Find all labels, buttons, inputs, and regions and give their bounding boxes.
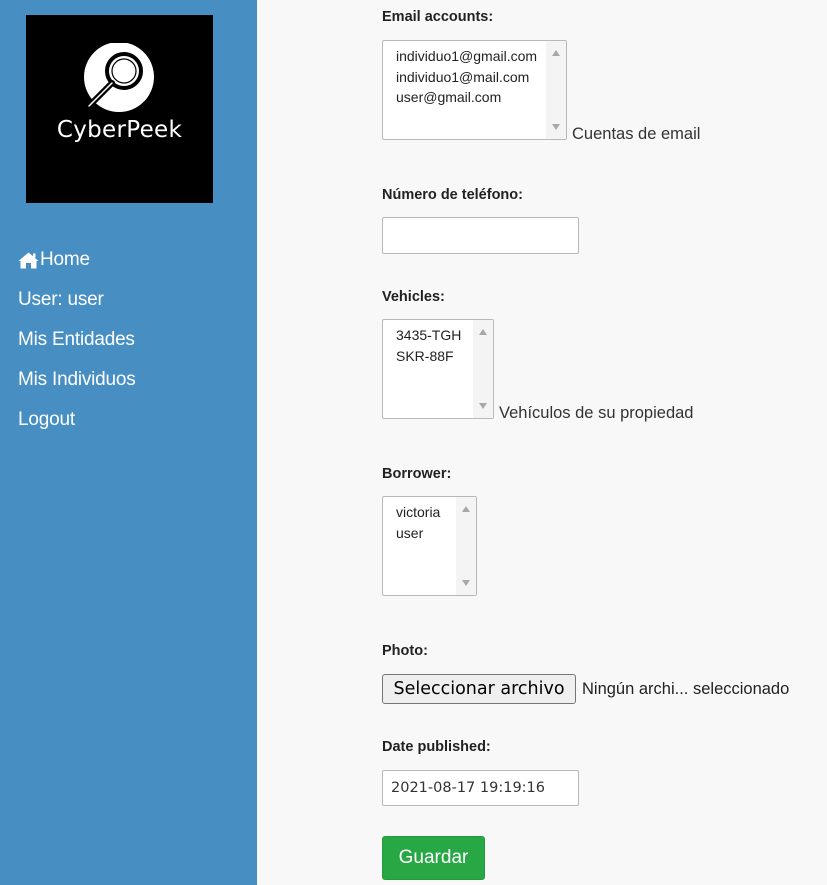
borrower-option[interactable]: user bbox=[396, 523, 440, 544]
borrower-select[interactable]: victoria user bbox=[382, 496, 477, 596]
choose-file-button[interactable]: Seleccionar archivo bbox=[382, 674, 576, 704]
sidebar-item-mis-entidades[interactable]: Mis Entidades bbox=[18, 320, 136, 360]
scroll-down-arrow-icon[interactable] bbox=[552, 124, 560, 130]
magnifier-logo-icon bbox=[84, 43, 154, 112]
scrollbar[interactable] bbox=[546, 41, 566, 139]
date-published-label: Date published: bbox=[382, 739, 491, 755]
borrower-label: Borrower: bbox=[382, 466, 452, 482]
logo-text: CyberPeek bbox=[56, 117, 183, 143]
phone-input[interactable] bbox=[382, 217, 579, 254]
borrower-option[interactable]: victoria bbox=[396, 502, 440, 523]
scroll-up-arrow-icon[interactable] bbox=[462, 506, 470, 512]
email-option[interactable]: user@gmail.com bbox=[396, 87, 537, 108]
file-status-text: Ningún archi... seleccionado bbox=[582, 680, 790, 698]
scrollbar[interactable] bbox=[456, 497, 476, 595]
photo-label: Photo: bbox=[382, 643, 428, 659]
email-option[interactable]: individuo1@mail.com bbox=[396, 67, 537, 88]
sidebar-item-user[interactable]: User: user bbox=[18, 280, 136, 320]
sidebar-item-home[interactable]: Home bbox=[18, 240, 136, 280]
sidebar: CyberPeek Home User: user Mis Entidades … bbox=[0, 0, 257, 885]
scroll-up-arrow-icon[interactable] bbox=[479, 329, 487, 335]
vehicle-option[interactable]: 3435-TGH bbox=[396, 325, 461, 346]
scroll-down-arrow-icon[interactable] bbox=[462, 580, 470, 586]
vehicles-label: Vehicles: bbox=[382, 289, 445, 305]
vehicle-option[interactable]: SKR-88F bbox=[396, 346, 461, 367]
phone-label: Número de teléfono: bbox=[382, 187, 523, 203]
sidebar-nav: Home User: user Mis Entidades Mis Indivi… bbox=[18, 240, 136, 440]
sidebar-item-logout[interactable]: Logout bbox=[18, 400, 136, 440]
scroll-up-arrow-icon[interactable] bbox=[552, 50, 560, 56]
sidebar-item-label: Home bbox=[40, 249, 90, 270]
email-option[interactable]: individuo1@gmail.com bbox=[396, 46, 537, 67]
date-published-input[interactable]: 2021-08-17 19:19:16 bbox=[382, 770, 579, 806]
cyberpeek-logo[interactable]: CyberPeek bbox=[26, 15, 213, 203]
vehicles-select[interactable]: 3435-TGH SKR-88F bbox=[382, 319, 494, 419]
email-help-text: Cuentas de email bbox=[572, 125, 701, 143]
email-accounts-select[interactable]: individuo1@gmail.com individuo1@mail.com… bbox=[382, 40, 567, 140]
sidebar-item-mis-individuos[interactable]: Mis Individuos bbox=[18, 360, 136, 400]
home-icon bbox=[18, 252, 39, 268]
scroll-down-arrow-icon[interactable] bbox=[479, 403, 487, 409]
scrollbar[interactable] bbox=[473, 320, 493, 418]
email-accounts-label: Email accounts: bbox=[382, 9, 494, 25]
vehicles-help-text: Vehículos de su propiedad bbox=[499, 404, 694, 422]
save-button[interactable]: Guardar bbox=[382, 836, 485, 880]
